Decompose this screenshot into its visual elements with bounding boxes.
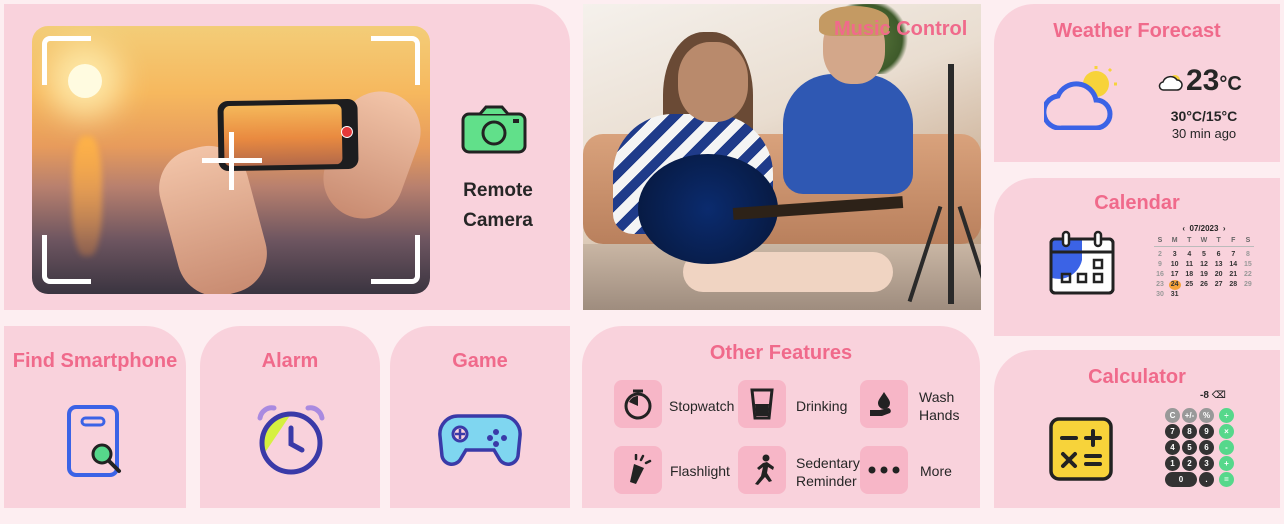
calculator-title: Calculator [1088,366,1186,388]
wash-hands-icon [870,392,891,416]
sunset-photo [32,26,430,294]
calc-key[interactable]: C [1165,408,1180,423]
music-control-title: Music Control [834,18,968,40]
calc-key[interactable]: × [1219,424,1234,439]
calc-key[interactable]: +/- [1182,408,1197,423]
cloud-sun-icon [1041,66,1120,135]
music-control-photo[interactable] [583,4,981,310]
weather-title: Weather Forecast [1053,20,1221,42]
calendar-title: Calendar [1094,192,1180,214]
calc-key[interactable]: - [1219,440,1234,455]
stopwatch-icon [624,389,652,420]
game-title: Game [452,350,508,372]
weather-updated: 30 min ago [1171,126,1237,141]
calc-key[interactable]: 2 [1182,456,1197,471]
flashlight-icon [630,454,652,484]
find-smartphone-card[interactable]: Find Smartphone [4,326,186,508]
alarm-title: Alarm [261,350,319,372]
prev-month-icon[interactable]: ‹ [1182,224,1185,233]
calc-key[interactable]: + [1219,456,1234,471]
calc-key[interactable]: 9 [1199,424,1214,439]
alarm-clock-icon [256,404,326,481]
next-month-icon[interactable]: › [1223,224,1226,233]
weather-range: 30°C/15°C [1170,108,1238,124]
today-marker: 24 [1168,280,1181,290]
calc-key[interactable]: 7 [1165,424,1180,439]
gamepad-icon [438,410,522,475]
remote-camera-label: Remote Camera [463,180,533,231]
other-features-title: Other Features [709,342,853,364]
calculator-display: -8 ⌫ [1200,390,1226,401]
flashlight-label: Flashlight [670,463,730,479]
stopwatch-tile[interactable] [614,380,662,428]
calc-key[interactable]: 3 [1199,456,1214,471]
wash-hands-tile[interactable] [860,380,908,428]
calc-key[interactable]: 5 [1182,440,1197,455]
alarm-card[interactable]: Alarm [200,326,380,508]
calendar-month-nav[interactable]: ‹ 07/2023 › [1154,224,1254,233]
weather-temp: 23°C [1186,64,1242,97]
stopwatch-label: Stopwatch [669,398,735,414]
sedentary-reminder-label: Sedentary Reminder [796,455,860,489]
glass-icon [750,388,774,420]
calc-key[interactable]: ÷ [1219,408,1234,423]
calc-key[interactable]: 1 [1165,456,1180,471]
camera-icon [460,104,528,159]
small-cloud-icon [1158,74,1184,97]
backspace-icon[interactable]: ⌫ [1212,390,1226,401]
game-card[interactable]: Game [390,326,570,508]
more-dots-icon [868,466,900,474]
calendar-grid: SMTWTFS 2345678 9 10 11 12 13 14 15 16 17 18 19 20… [1154,236,1254,300]
drinking-tile[interactable] [738,380,786,428]
calc-key[interactable]: 4 [1165,440,1180,455]
find-smartphone-title: Find Smartphone [12,350,178,372]
calc-key[interactable]: 6 [1199,440,1214,455]
calc-key[interactable]: 0 [1165,472,1197,487]
calc-key[interactable]: = [1219,472,1234,487]
find-phone-icon [66,404,128,485]
calculator-icon [1048,416,1114,487]
calc-key[interactable]: 8 [1182,424,1197,439]
sedentary-tile[interactable] [738,446,786,494]
weather-card[interactable]: Weather Forecast 23°C 30°C/15°C 30 min a… [994,4,1280,162]
flashlight-tile[interactable] [614,446,662,494]
wash-hands-label: Wash Hands [919,389,960,423]
more-label: More [920,463,952,479]
calendar-icon [1048,230,1116,301]
calculator-card[interactable]: Calculator [994,350,1280,508]
drinking-label: Drinking [796,398,848,414]
more-tile[interactable] [860,446,908,494]
calc-key[interactable]: % [1199,408,1214,423]
running-person-icon [755,454,774,485]
calc-key[interactable]: . [1199,472,1214,487]
